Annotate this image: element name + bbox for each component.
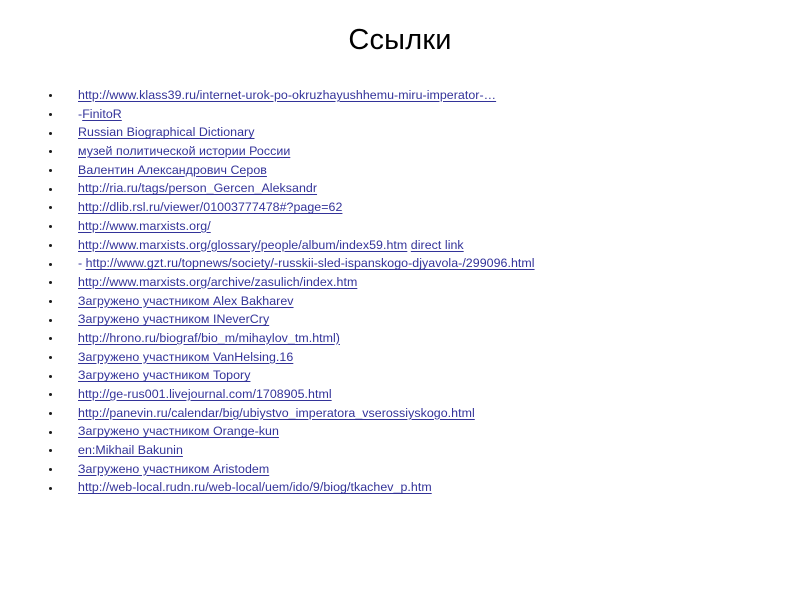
list-item[interactable]: Валентин Александрович Серов: [42, 161, 762, 180]
link-label[interactable]: http://www.marxists.org/archive/zasulich…: [78, 275, 357, 289]
list-item[interactable]: http://www.marxists.org/glossary/people/…: [42, 236, 762, 255]
list-item[interactable]: Russian Biographical Dictionary: [42, 123, 762, 142]
link-label[interactable]: http://ria.ru/tags/person_Gercen_Aleksan…: [78, 181, 317, 195]
bullet-icon: [49, 169, 52, 173]
bullet-icon: [49, 449, 52, 453]
link-label[interactable]: Загружено участником Alex Bakharev: [78, 294, 294, 308]
list-item[interactable]: http://hrono.ru/biograf/bio_m/mihaylov_t…: [42, 329, 762, 348]
link-label-secondary[interactable]: direct link: [411, 238, 464, 252]
link-label[interactable]: en:Mikhail Bakunin: [78, 443, 183, 457]
bullet-icon: [49, 131, 52, 135]
bullet-icon: [49, 318, 52, 322]
slide: Ссылки http://www.klass39.ru/internet-ur…: [0, 0, 800, 600]
list-item[interactable]: музей политической истории России: [42, 142, 762, 161]
link-label[interactable]: http://panevin.ru/calendar/big/ubiystvo_…: [78, 406, 475, 420]
bullet-icon: [49, 262, 52, 266]
bullet-icon: [49, 355, 52, 359]
list-item[interactable]: http://ge-rus001.livejournal.com/1708905…: [42, 385, 762, 404]
bullet-icon: [49, 243, 52, 247]
list-item[interactable]: - http://www.gzt.ru/topnews/society/-rus…: [42, 254, 762, 273]
link-label[interactable]: http://www.gzt.ru/topnews/society/-russk…: [86, 256, 535, 270]
list-item[interactable]: en:Mikhail Bakunin: [42, 441, 762, 460]
link-label[interactable]: http://web-local.rudn.ru/web-local/uem/i…: [78, 480, 432, 494]
bullet-icon: [49, 412, 52, 416]
bullet-icon: [49, 113, 52, 117]
bullet-icon: [49, 299, 52, 303]
bullet-icon: [49, 225, 52, 229]
list-item[interactable]: http://web-local.rudn.ru/web-local/uem/i…: [42, 478, 762, 497]
list-item[interactable]: http://www.klass39.ru/internet-urok-po-o…: [42, 86, 762, 105]
list-item[interactable]: http://www.marxists.org/archive/zasulich…: [42, 273, 762, 292]
list-item[interactable]: Загружено участником Alex Bakharev: [42, 292, 762, 311]
list-item[interactable]: Загружено участником Orange-kun: [42, 422, 762, 441]
bullet-icon: [49, 206, 52, 210]
link-label[interactable]: FinitoR: [82, 107, 122, 121]
page-title: Ссылки: [348, 24, 452, 56]
link-label[interactable]: http://dlib.rsl.ru/viewer/01003777478#?p…: [78, 200, 342, 214]
link-label[interactable]: Загружено участником Topory: [78, 368, 250, 382]
bullet-icon: [49, 94, 52, 98]
list-item[interactable]: http://www.marxists.org/: [42, 217, 762, 236]
list-item[interactable]: Загружено участником Topory: [42, 366, 762, 385]
list-item[interactable]: http://ria.ru/tags/person_Gercen_Aleksan…: [42, 179, 762, 198]
bullet-icon: [49, 150, 52, 154]
link-label[interactable]: Загружено участником Orange-kun: [78, 424, 279, 438]
link-label[interactable]: Загружено участником VanHelsing.16: [78, 350, 293, 364]
list-item[interactable]: -FinitoR: [42, 105, 762, 124]
bullet-icon: [49, 374, 52, 378]
bullet-icon: [49, 393, 52, 397]
link-prefix: -: [78, 256, 86, 271]
link-label[interactable]: музей политической истории России: [78, 144, 290, 158]
bullet-icon: [49, 468, 52, 472]
link-label[interactable]: http://www.klass39.ru/internet-urok-po-o…: [78, 88, 496, 102]
bullet-icon: [49, 337, 52, 341]
link-label[interactable]: Валентин Александрович Серов: [78, 163, 267, 177]
list-item[interactable]: http://panevin.ru/calendar/big/ubiystvo_…: [42, 404, 762, 423]
list-item[interactable]: Загружено участником Aristodem: [42, 460, 762, 479]
list-item[interactable]: Загружено участником INeverCry: [42, 310, 762, 329]
list-item[interactable]: Загружено участником VanHelsing.16: [42, 348, 762, 367]
links-list: http://www.klass39.ru/internet-urok-po-o…: [42, 86, 762, 497]
link-label[interactable]: http://hrono.ru/biograf/bio_m/mihaylov_t…: [78, 331, 340, 345]
bullet-icon: [49, 486, 52, 490]
bullet-icon: [49, 281, 52, 285]
link-label[interactable]: http://ge-rus001.livejournal.com/1708905…: [78, 387, 332, 401]
link-label[interactable]: http://www.marxists.org/: [78, 219, 211, 233]
link-label[interactable]: Russian Biographical Dictionary: [78, 125, 254, 139]
link-label[interactable]: Загружено участником Aristodem: [78, 462, 269, 476]
link-label[interactable]: Загружено участником INeverCry: [78, 312, 269, 326]
bullet-icon: [49, 430, 52, 434]
bullet-icon: [49, 187, 52, 191]
list-item[interactable]: http://dlib.rsl.ru/viewer/01003777478#?p…: [42, 198, 762, 217]
link-label[interactable]: http://www.marxists.org/glossary/people/…: [78, 238, 407, 252]
